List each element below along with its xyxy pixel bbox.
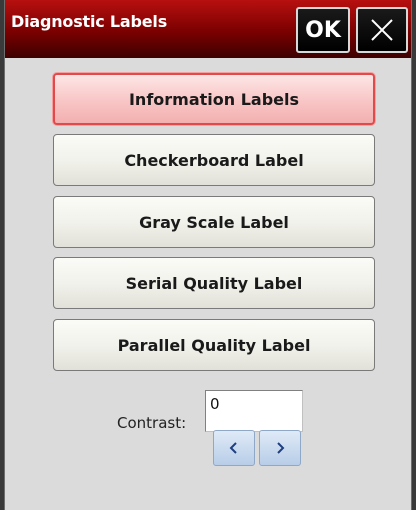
contrast-decrease-button[interactable] (213, 430, 255, 466)
close-icon (371, 19, 393, 41)
diagnostic-labels-dialog: Diagnostic Labels OK Information Labels … (4, 0, 412, 510)
information-labels-button[interactable]: Information Labels (53, 73, 375, 125)
ok-button[interactable]: OK (296, 7, 350, 53)
title-bar: Diagnostic Labels OK (5, 0, 411, 58)
parallel-quality-label-button[interactable]: Parallel Quality Label (53, 319, 375, 371)
contrast-increase-button[interactable] (259, 430, 301, 466)
contrast-input[interactable]: 0 (205, 390, 303, 432)
checkerboard-label-button[interactable]: Checkerboard Label (53, 134, 375, 186)
chevron-left-icon (229, 442, 237, 454)
serial-quality-label-button[interactable]: Serial Quality Label (53, 257, 375, 309)
gray-scale-label-button[interactable]: Gray Scale Label (53, 196, 375, 248)
close-button[interactable] (356, 7, 408, 53)
contrast-label: Contrast: (117, 414, 187, 432)
window-title: Diagnostic Labels (11, 12, 168, 31)
chevron-right-icon (277, 442, 285, 454)
